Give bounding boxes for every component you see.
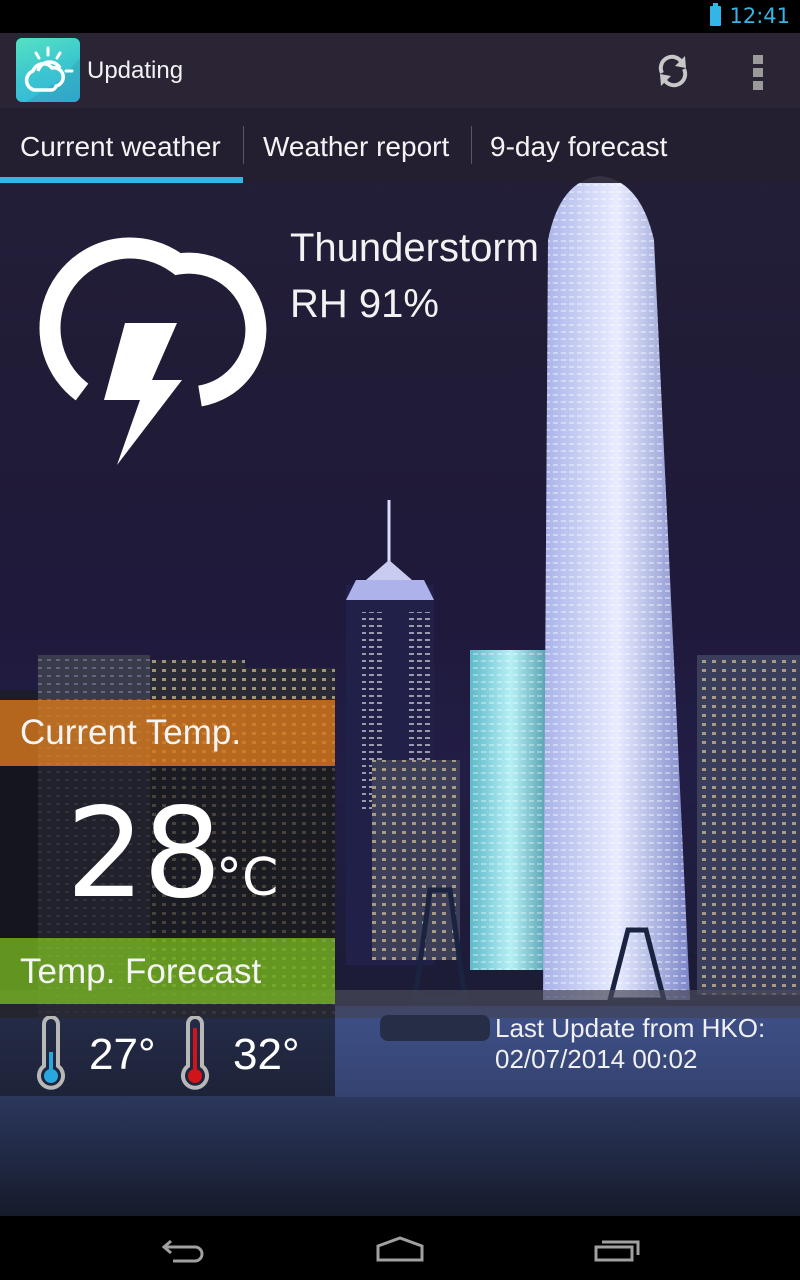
action-bar: Updating <box>0 33 800 108</box>
recent-apps-icon <box>594 1240 640 1262</box>
app-title: Updating <box>87 57 184 84</box>
status-bar: 12:41 <box>0 0 800 33</box>
tab-divider <box>243 126 244 164</box>
refresh-icon <box>658 54 688 88</box>
current-temp-unit: °C <box>216 848 279 908</box>
overflow-menu-button[interactable] <box>740 48 776 94</box>
recent-apps-button[interactable] <box>588 1226 648 1270</box>
weather-condition: Thunderstorm <box>290 226 539 270</box>
current-temp-header: Current Temp. <box>0 700 335 766</box>
thunderstorm-icon <box>39 237 267 465</box>
back-icon <box>161 1239 204 1263</box>
app-logo-icon[interactable] <box>16 38 80 102</box>
battery-icon <box>710 3 722 26</box>
home-button[interactable] <box>370 1226 430 1270</box>
weather-icon-container <box>22 220 274 470</box>
tab-current-weather[interactable]: Current weather <box>20 108 221 183</box>
system-nav-bar <box>0 1216 800 1280</box>
thermometer-high-icon <box>181 1016 209 1090</box>
forecast-max-temp: 32° <box>233 1030 300 1079</box>
tab-selected-indicator <box>0 177 243 183</box>
temperature-panel: Current Temp. 28 °C Temp. Forecast 27° 3… <box>0 700 335 1096</box>
cloud-sun-icon <box>24 46 80 102</box>
forecast-label: Temp. Forecast <box>20 952 262 991</box>
thermometer-low-icon <box>37 1016 65 1090</box>
tab-divider <box>471 126 472 164</box>
tab-9-day-forecast[interactable]: 9-day forecast <box>490 108 667 183</box>
forecast-header: Temp. Forecast <box>0 938 335 1004</box>
more-vert-icon <box>753 55 763 64</box>
current-temp-value: 28 <box>66 782 222 926</box>
status-clock: 12:41 <box>729 4 790 28</box>
last-update-time: 02/07/2014 00:02 <box>495 1044 698 1074</box>
refresh-button[interactable] <box>650 48 696 94</box>
current-temp-label: Current Temp. <box>20 713 242 752</box>
tab-weather-report[interactable]: Weather report <box>263 108 449 183</box>
home-icon <box>376 1236 424 1262</box>
forecast-min-temp: 27° <box>89 1030 156 1079</box>
relative-humidity: RH 91% <box>290 282 439 326</box>
last-update-label: Last Update from HKO: <box>495 1013 766 1043</box>
back-button[interactable] <box>155 1226 215 1270</box>
tab-bar: Current weather Weather report 9-day for… <box>0 108 800 183</box>
